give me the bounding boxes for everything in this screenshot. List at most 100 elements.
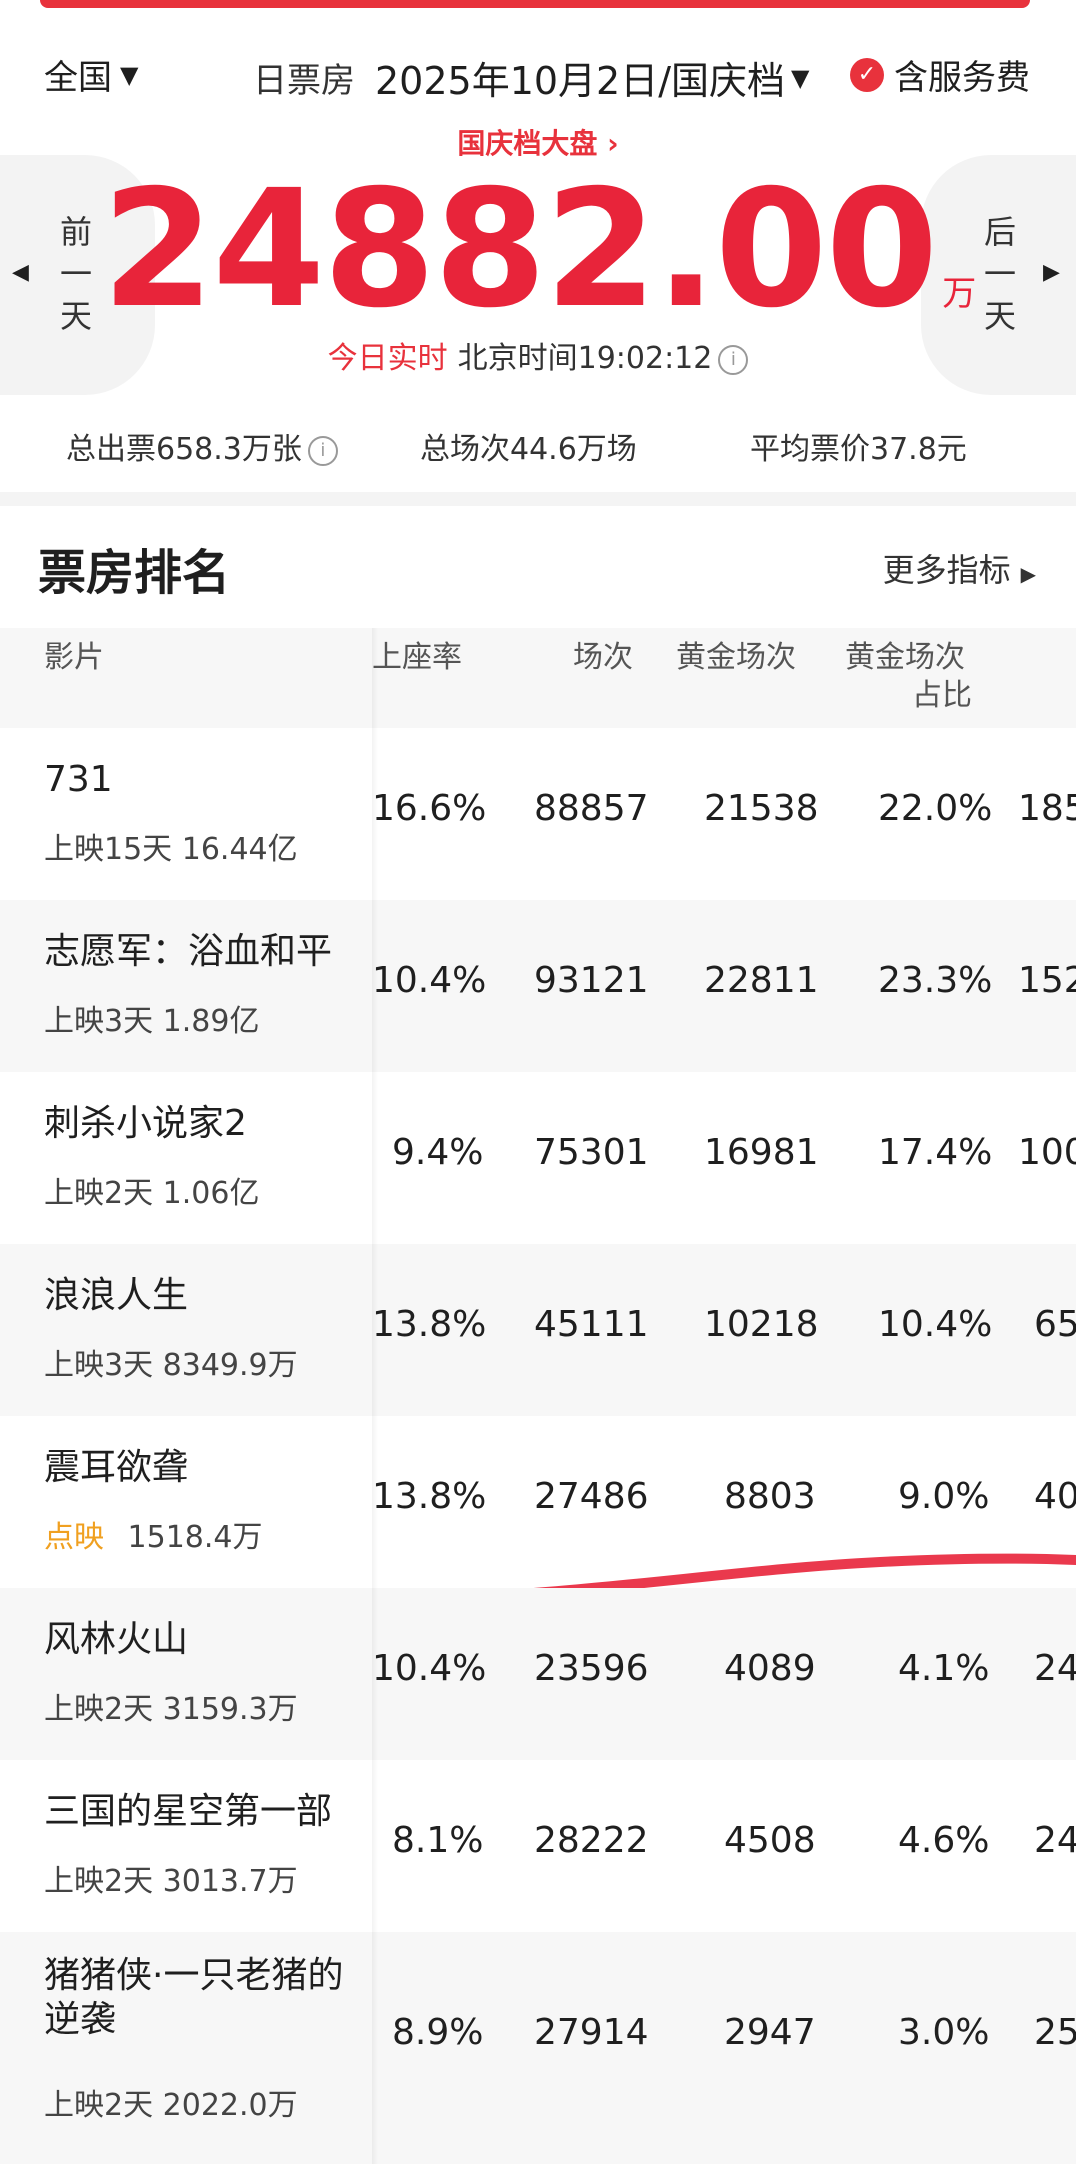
shows-cell: 23596 [534, 1648, 649, 1689]
shows-cell: 27486 [534, 1476, 649, 1517]
realtime-line: 今日实时 北京时间19:02:12 i [0, 333, 1076, 377]
occupancy-cell: 8.9% [392, 2012, 484, 2053]
occupancy-cell: 9.4% [392, 1132, 484, 1173]
shows-cell: 27914 [534, 2012, 649, 2053]
cumulative-box: 2022.0万 [162, 2088, 298, 2123]
film-name: 猪猪侠·一只老猪的逆袭 [44, 1955, 344, 2040]
release-days: 上映2天 [44, 1692, 154, 1727]
golden-ratio-cell: 9.0% [898, 1476, 990, 1517]
shows-cell: 75301 [534, 1132, 649, 1173]
col-occupancy[interactable]: 上座率 [372, 640, 462, 676]
cumulative-box: 1.06亿 [162, 1176, 260, 1211]
region-selector[interactable]: 全国 ▼ [44, 50, 138, 99]
col-film[interactable]: 影片 [44, 640, 104, 676]
stat-shows: 总场次44.6万场 [420, 432, 637, 467]
golden-ratio-cell: 3.0% [898, 2012, 990, 2053]
release-days: 上映3天 [44, 1348, 154, 1383]
occupancy-cell: 10.4% [372, 1648, 487, 1689]
info-icon[interactable]: i [307, 435, 338, 466]
golden-cell: 16981 [704, 1132, 819, 1173]
stats-row: 总出票658.3万张 i 总场次44.6万场 平均票价37.8元 [0, 424, 1076, 470]
occupancy-cell: 13.8% [372, 1304, 487, 1345]
occupancy-cell: 16.6% [372, 788, 487, 829]
film-name: 志愿军：浴血和平 [44, 931, 333, 972]
golden-ratio-cell: 4.6% [898, 1820, 990, 1861]
section-divider [0, 492, 1076, 506]
col-golden-ratio-line2: 占比 [912, 678, 972, 713]
col-golden-shows[interactable]: 黄金场次 [676, 640, 796, 676]
golden-ratio-cell: 4.1% [898, 1648, 990, 1689]
table-row[interactable]: 浪浪人生 上映3天 8349.9万 13.8% 45111 10218 10.4… [0, 1244, 1076, 1416]
check-icon: ✓ [850, 57, 884, 92]
extra-cell: 65 [1034, 1304, 1076, 1345]
col-shows[interactable]: 场次 [573, 640, 633, 676]
table-row[interactable]: 刺杀小说家2 上映2天 1.06亿 9.4% 75301 16981 17.4%… [0, 1072, 1076, 1244]
shows-cell: 28222 [534, 1820, 649, 1861]
cumulative-box: 8349.9万 [162, 1348, 298, 1383]
table-row[interactable]: 风林火山 上映2天 3159.3万 10.4% 23596 4089 4.1% … [0, 1588, 1076, 1760]
filter-row: 全国 ▼ 日票房 2025年10月2日/国庆档 ▼ ✓ 含服务费 [0, 50, 1076, 103]
realtime-time: 北京时间19:02:12 [457, 341, 713, 376]
triangle-right-icon: ▶ [1020, 562, 1036, 586]
col-golden-ratio[interactable]: 黄金场次 [845, 640, 965, 676]
golden-ratio-cell: 22.0% [878, 788, 993, 829]
extra-cell: 24 [1034, 1820, 1076, 1861]
release-days: 上映3天 [44, 1004, 154, 1039]
service-fee-toggle[interactable]: ✓ 含服务费 [850, 50, 1030, 99]
box-type-label: 日票房 [253, 61, 355, 101]
film-name: 浪浪人生 [44, 1275, 189, 1316]
golden-cell: 22811 [704, 960, 819, 1001]
region-label: 全国 [44, 58, 112, 98]
film-name: 731 [44, 759, 113, 800]
more-metrics-label: 更多指标 [882, 551, 1011, 589]
top-red-bar [40, 0, 1030, 8]
release-days: 上映15天 [44, 832, 173, 867]
realtime-tag: 今日实时 [327, 341, 448, 376]
more-metrics-button[interactable]: 更多指标 ▶ [883, 545, 1036, 591]
table-header: 影片 上座率 场次 黄金场次 黄金场次 占比 [0, 628, 1076, 728]
shows-cell: 93121 [534, 960, 649, 1001]
cumulative-box: 3159.3万 [162, 1692, 298, 1727]
date-selector[interactable]: 日票房 2025年10月2日/国庆档 ▼ [253, 50, 810, 105]
cumulative-box: 3013.7万 [162, 1864, 298, 1899]
film-name: 三国的星空第一部 [44, 1791, 333, 1832]
caret-down-icon: ▼ [791, 63, 810, 92]
service-fee-label: 含服务费 [894, 58, 1030, 98]
total-box-office-value: 24882.00 [101, 156, 939, 344]
golden-cell: 8803 [724, 1476, 816, 1517]
total-box-office-unit: 万 [942, 274, 976, 314]
occupancy-cell: 13.8% [372, 1476, 487, 1517]
golden-cell: 4089 [724, 1648, 816, 1689]
release-days: 上映2天 [44, 2088, 154, 2123]
stat-tickets: 总出票658.3万张 i [66, 424, 338, 468]
release-days: 上映2天 [44, 1176, 154, 1211]
golden-ratio-cell: 17.4% [878, 1132, 993, 1173]
date-label: 2025年10月2日/国庆档 [375, 59, 786, 103]
table-row[interactable]: 731 上映15天 16.44亿 16.6% 88857 21538 22.0%… [0, 728, 1076, 900]
caret-down-icon: ▼ [120, 60, 139, 89]
extra-cell: 40 [1034, 1476, 1076, 1517]
film-name: 风林火山 [44, 1619, 189, 1660]
golden-ratio-cell: 23.3% [878, 960, 993, 1001]
film-name: 刺杀小说家2 [44, 1103, 247, 1144]
extra-cell: 152 [1018, 960, 1076, 1001]
table-row[interactable]: 三国的星空第一部 上映2天 3013.7万 8.1% 28222 4508 4.… [0, 1760, 1076, 1932]
golden-cell: 4508 [724, 1820, 816, 1861]
ranking-title: 票房排名 [38, 545, 231, 601]
release-days: 上映2天 [44, 1864, 154, 1899]
occupancy-cell: 10.4% [372, 960, 487, 1001]
stat-avg-price: 平均票价37.8元 [750, 432, 967, 467]
occupancy-cell: 8.1% [392, 1820, 484, 1861]
cumulative-box: 16.44亿 [181, 832, 298, 867]
golden-cell: 21538 [704, 788, 819, 829]
extra-cell: 100 [1018, 1132, 1076, 1173]
extra-cell: 24 [1034, 1648, 1076, 1689]
shows-cell: 45111 [534, 1304, 649, 1345]
cumulative-box: 1.89亿 [162, 1004, 260, 1039]
table-row[interactable]: 志愿军：浴血和平 上映3天 1.89亿 10.4% 93121 22811 23… [0, 900, 1076, 1072]
table-row[interactable]: 猪猪侠·一只老猪的逆袭 上映2天 2022.0万 8.9% 27914 2947… [0, 1932, 1076, 2164]
info-icon[interactable]: i [718, 344, 749, 375]
extra-cell: 25 [1034, 2012, 1076, 2053]
extra-cell: 185 [1018, 788, 1076, 829]
shows-cell: 88857 [534, 788, 649, 829]
